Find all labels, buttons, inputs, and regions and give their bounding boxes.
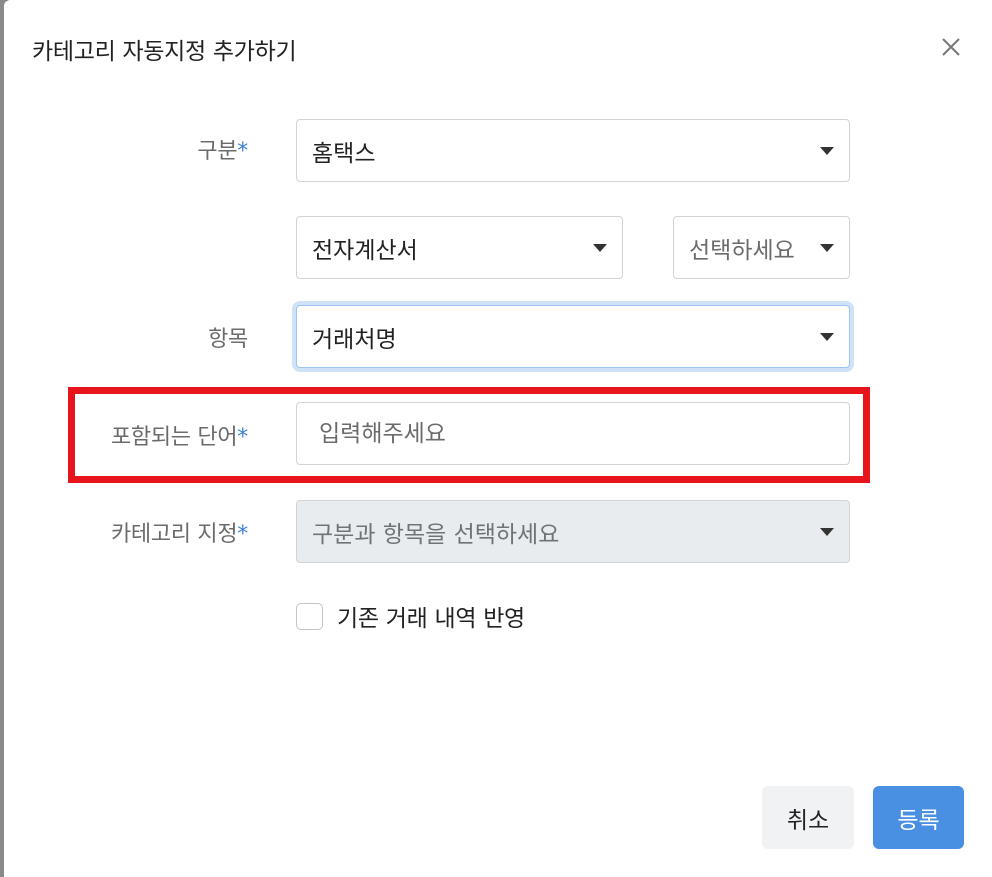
apply-existing-label[interactable]: 기존 거래 내역 반영 <box>337 599 525 633</box>
item-select[interactable]: 거래처명 <box>296 305 850 368</box>
item-select-value: 거래처명 <box>312 326 397 353</box>
dialog-title: 카테고리 자동지정 추가하기 <box>32 39 297 65</box>
item-label-text: 항목 <box>208 327 248 352</box>
required-mark: * <box>237 522 248 547</box>
item-label: 항목 <box>8 321 248 353</box>
apply-existing-checkbox[interactable] <box>296 603 323 630</box>
category-select: 구분과 항목을 선택하세요 <box>296 500 850 563</box>
required-mark: * <box>237 139 248 164</box>
close-button[interactable] <box>934 30 968 64</box>
category-label: 카테고리 지정* <box>8 516 248 548</box>
category-select-value: 구분과 항목을 선택하세요 <box>312 521 560 548</box>
doc-type-select-value: 전자계산서 <box>312 237 418 264</box>
division-select-value: 홈택스 <box>312 140 376 167</box>
highlight-annotation <box>68 387 870 483</box>
add-auto-category-dialog: 카테고리 자동지정 추가하기 구분* 홈택스 전자계산서 선택하세요 항목 거래… <box>4 0 992 877</box>
chevron-down-icon <box>820 243 834 252</box>
category-label-text: 카테고리 지정 <box>110 522 238 547</box>
cancel-button[interactable]: 취소 <box>762 786 854 849</box>
sub-type-select-value: 선택하세요 <box>689 237 795 264</box>
chevron-down-icon <box>820 332 834 341</box>
sub-type-select[interactable]: 선택하세요 <box>673 216 850 279</box>
division-select[interactable]: 홈택스 <box>296 119 850 182</box>
submit-button[interactable]: 등록 <box>873 786 964 849</box>
close-icon <box>942 38 960 56</box>
chevron-down-icon <box>820 527 834 536</box>
chevron-down-icon <box>820 146 834 155</box>
chevron-down-icon <box>593 243 607 252</box>
division-label: 구분* <box>8 133 248 165</box>
doc-type-select[interactable]: 전자계산서 <box>296 216 623 279</box>
division-label-text: 구분 <box>197 139 238 164</box>
